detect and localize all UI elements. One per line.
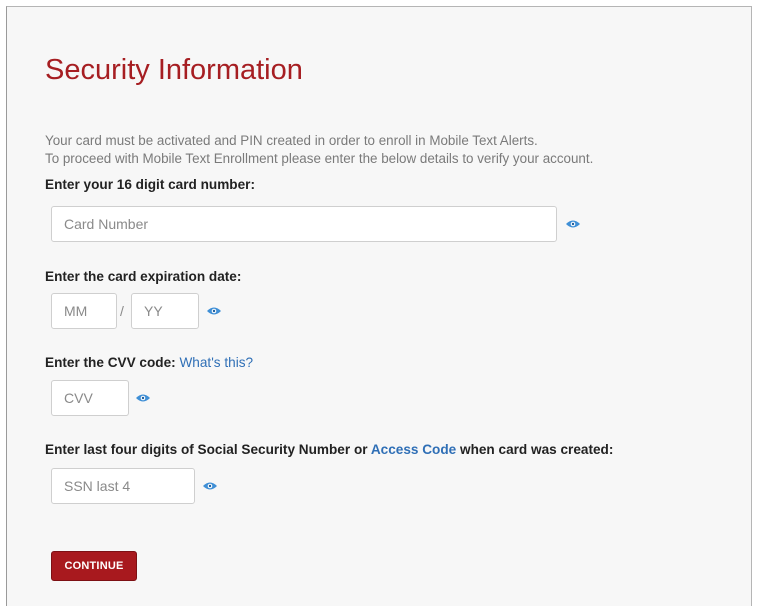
continue-button[interactable]: CONTINUE xyxy=(51,551,137,581)
intro-line-1: Your card must be activated and PIN crea… xyxy=(45,133,538,148)
security-form-panel xyxy=(6,6,752,606)
ssn-last4-input[interactable]: SSN last 4 xyxy=(51,468,195,504)
ssn-label: Enter last four digits of Social Securit… xyxy=(45,442,613,457)
access-code-link[interactable]: Access Code xyxy=(371,442,456,457)
eye-icon[interactable] xyxy=(202,481,218,491)
expiration-month-input[interactable]: MM xyxy=(51,293,117,329)
cvv-label-text: Enter the CVV code: xyxy=(45,355,176,370)
eye-icon[interactable] xyxy=(206,306,222,316)
intro-text: Your card must be activated and PIN crea… xyxy=(45,132,593,168)
eye-icon[interactable] xyxy=(565,219,581,229)
expiration-date-label: Enter the card expiration date: xyxy=(45,269,242,284)
ssn-label-prefix: Enter last four digits of Social Securit… xyxy=(45,442,368,457)
eye-icon[interactable] xyxy=(135,393,151,403)
ssn-label-suffix: when card was created: xyxy=(460,442,614,457)
cvv-label: Enter the CVV code: What's this? xyxy=(45,355,253,370)
page-title: Security Information xyxy=(45,54,303,86)
cvv-input[interactable]: CVV xyxy=(51,380,129,416)
card-number-input[interactable]: Card Number xyxy=(51,206,557,242)
expiration-year-input[interactable]: YY xyxy=(131,293,199,329)
card-number-label: Enter your 16 digit card number: xyxy=(45,177,255,192)
date-separator: / xyxy=(120,303,124,319)
whats-this-link[interactable]: What's this? xyxy=(179,355,253,370)
intro-line-2: To proceed with Mobile Text Enrollment p… xyxy=(45,151,594,166)
